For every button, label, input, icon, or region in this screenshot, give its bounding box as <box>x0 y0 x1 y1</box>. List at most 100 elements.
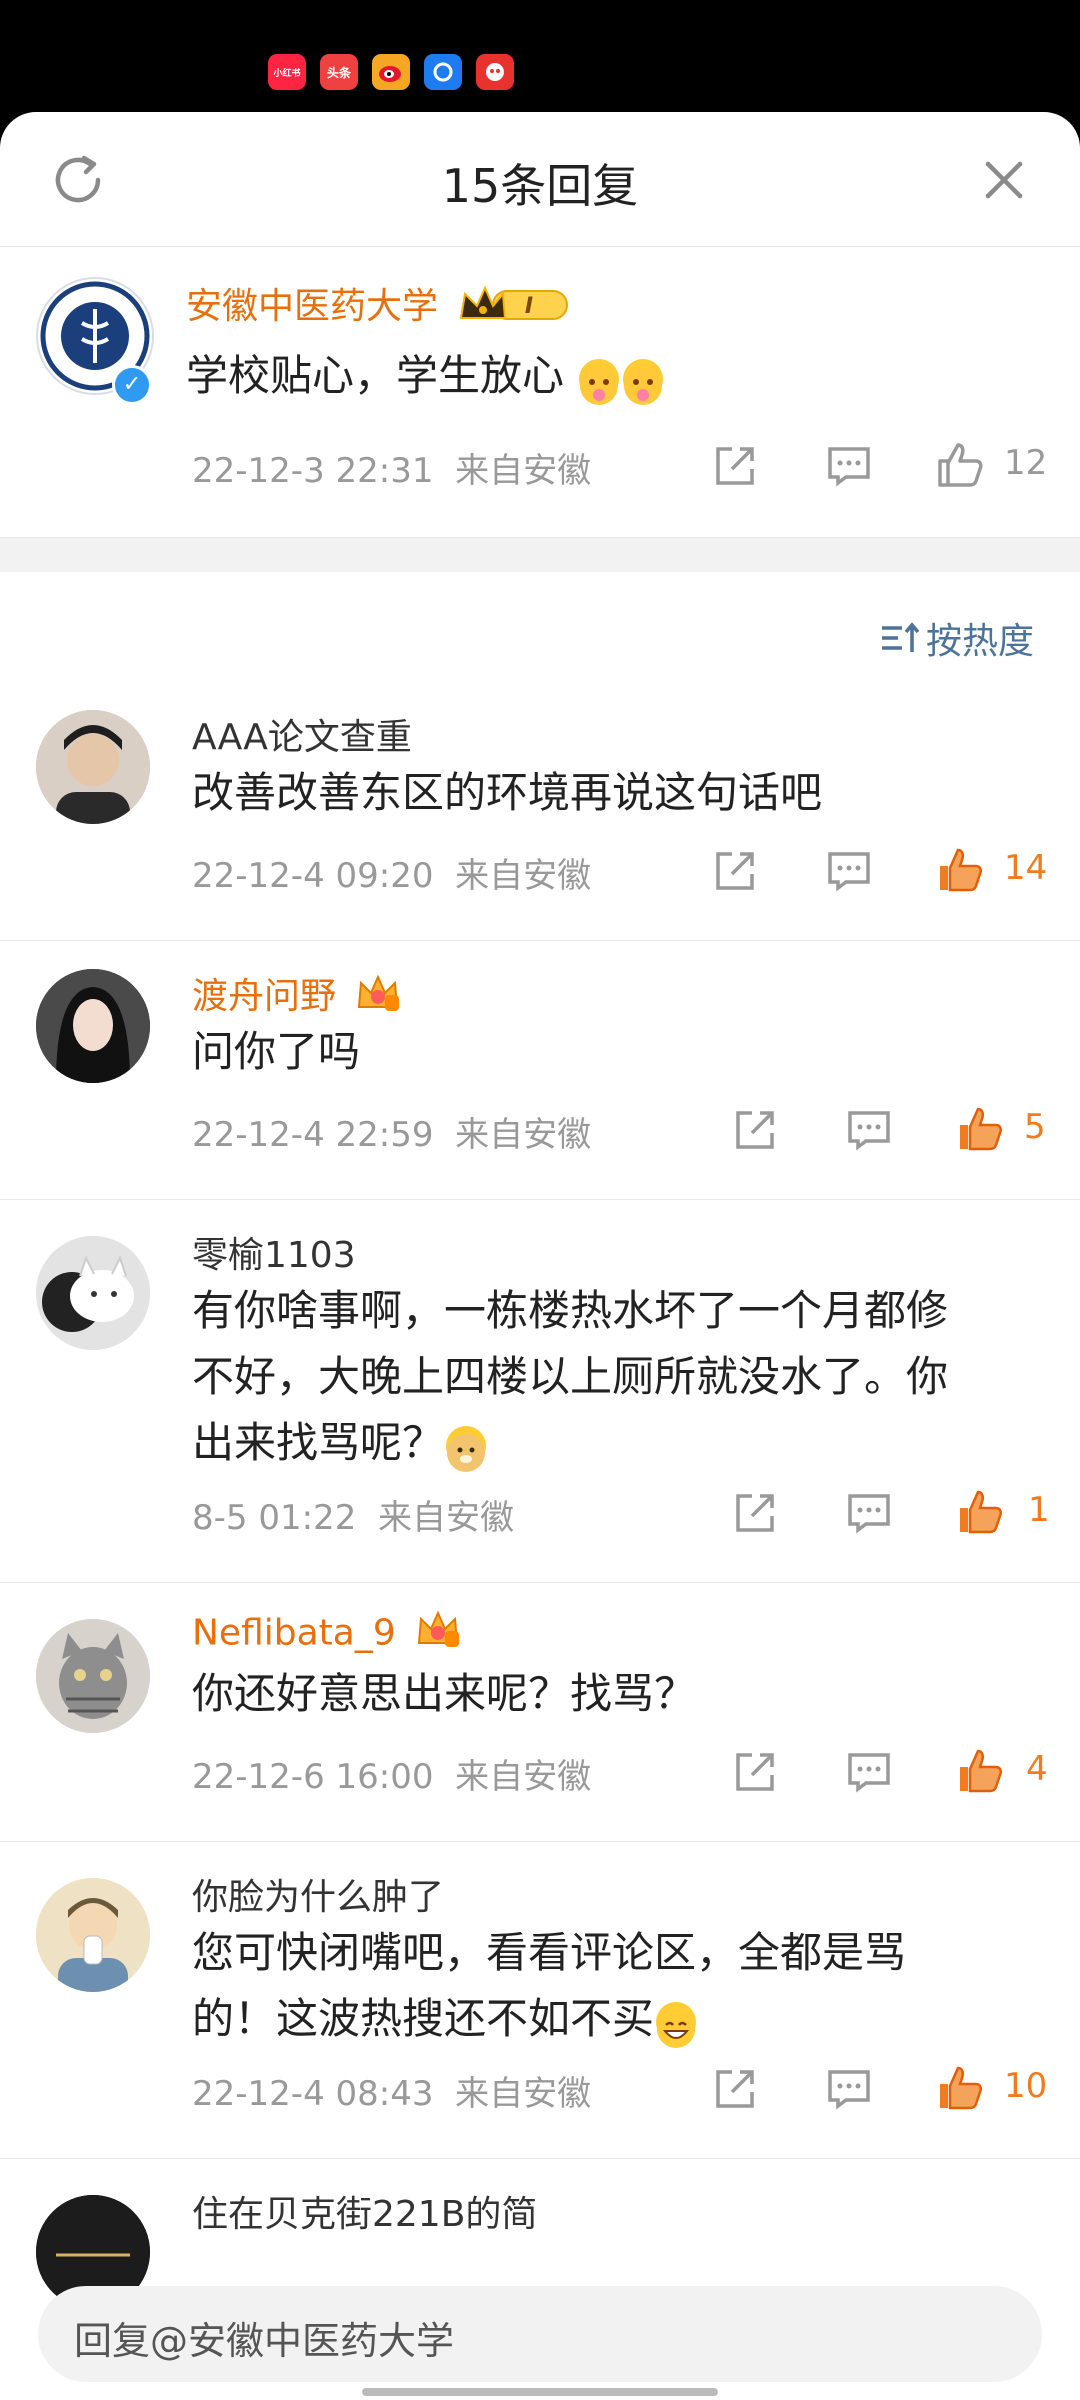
list-item: 零榆1103 有你啥事啊，一栋楼热水坏了一个月都修 不好，大晚上四楼以上厕所就没… <box>0 1200 1080 1583</box>
share-button[interactable] <box>732 1107 778 1153</box>
comment-button[interactable] <box>826 2066 872 2112</box>
comment-button[interactable] <box>826 443 872 489</box>
share-button[interactable] <box>732 1749 778 1795</box>
vip-crown-badge-icon: I <box>457 282 571 335</box>
thumbs-up-filled-icon <box>940 2066 983 2110</box>
sort-icon <box>881 622 920 652</box>
comment-text: 你还好意思出来呢？找骂？ <box>192 1669 697 1718</box>
comment-icon <box>828 852 870 892</box>
sort-label: 按热度 <box>925 621 1034 662</box>
like-button[interactable] <box>936 846 983 892</box>
share-icon <box>736 1753 774 1791</box>
avatar[interactable] <box>36 1878 150 1992</box>
avatar[interactable] <box>36 969 150 1083</box>
thumbs-up-filled-icon <box>960 1490 1003 1534</box>
thumbs-up-filled-icon <box>960 1107 1003 1151</box>
sort-button[interactable]: 按热度 <box>880 612 1034 664</box>
reply-placeholder: 回复@安徽中医药大学 <box>74 2319 455 2363</box>
list-item: 渡舟问野 问你了吗 22-12-4 22:59 来自安徽 5 <box>0 941 1080 1200</box>
doge-emoji-icon <box>446 1425 487 1472</box>
comment-icon <box>848 1111 890 1151</box>
comment-button[interactable] <box>826 848 872 894</box>
section-divider <box>0 537 1080 572</box>
avatar-image <box>36 1878 150 1992</box>
comment-meta: 22-12-4 08:43 来自安徽 <box>192 2074 592 2114</box>
comment-text: 改善改善东区的环境再说这句话吧 <box>192 768 823 817</box>
comment-meta: 8-5 01:22 来自安徽 <box>192 1498 514 1538</box>
grin-emoji-icon <box>656 2001 697 2048</box>
thumbs-up-filled-icon <box>960 1749 1003 1793</box>
like-count: 5 <box>1024 1107 1046 1147</box>
member-crown-badge-icon <box>355 973 401 1024</box>
author-name[interactable]: Neflibata_9 <box>192 1609 461 1660</box>
comment-meta: 22-12-3 22:31 来自安徽 <box>192 451 592 491</box>
notification-app-icons: 小红书 头条 <box>268 54 514 90</box>
share-icon <box>736 1494 774 1532</box>
xiaohongshu-icon: 小红书 <box>268 54 306 90</box>
comment-icon <box>828 2070 870 2110</box>
share-icon <box>716 852 754 890</box>
share-button[interactable] <box>712 2066 758 2112</box>
comment-icon <box>828 447 870 487</box>
like-button[interactable] <box>936 2064 983 2110</box>
like-button[interactable] <box>956 1105 1003 1151</box>
author-name[interactable]: 你脸为什么肿了 <box>192 1868 444 1920</box>
list-item: AAA论文查重 改善改善东区的环境再说这句话吧 22-12-4 09:20 来自… <box>0 682 1080 941</box>
verified-badge-icon: ✓ <box>112 365 152 405</box>
comment-button[interactable] <box>846 1490 892 1536</box>
avatar-image <box>36 1236 150 1350</box>
weibo-icon <box>372 54 410 90</box>
like-count: 4 <box>1026 1749 1048 1789</box>
sheet-header: 15条回复 <box>0 112 1080 247</box>
thumbs-up-filled-icon <box>940 848 983 892</box>
comment-meta: 22-12-4 22:59 来自安徽 <box>192 1115 592 1155</box>
toutiao-icon: 头条 <box>320 54 358 90</box>
like-count: 1 <box>1028 1490 1050 1530</box>
comment-text: 有你啥事啊，一栋楼热水坏了一个月都修 不好，大晚上四楼以上厕所就没水了。你 出来… <box>192 1278 948 1476</box>
like-button[interactable] <box>956 1488 1003 1534</box>
list-item: Neflibata_9 你还好意思出来呢？找骂？ 22-12-6 16:00 来… <box>0 1583 1080 1842</box>
comment-meta: 22-12-4 09:20 来自安徽 <box>192 856 592 896</box>
home-indicator[interactable] <box>362 2388 718 2396</box>
comment-text: 问你了吗 <box>192 1027 361 1076</box>
like-button[interactable] <box>956 1747 1003 1793</box>
share-icon <box>716 2070 754 2108</box>
thumbs-up-icon <box>938 443 983 487</box>
comment-meta: 22-12-6 16:00 来自安徽 <box>192 1757 592 1797</box>
avatar[interactable] <box>36 710 150 824</box>
emoji-flower-icon <box>579 358 620 405</box>
avatar[interactable] <box>36 1236 150 1350</box>
status-bar: 小红书 头条 <box>0 0 1080 112</box>
share-button[interactable] <box>712 443 758 489</box>
sort-row: 按热度 <box>0 572 1080 682</box>
blue-app-icon <box>424 54 462 90</box>
close-button[interactable] <box>976 152 1032 208</box>
list-item: 你脸为什么肿了 您可快闭嘴吧，看看评论区，全都是骂 的！这波热搜还不如不买 22… <box>0 1842 1080 2159</box>
avatar-image <box>36 1619 150 1733</box>
original-comment: ✓ 安徽中医药大学 I 学校贴心，学生放心 22-12-3 22:31 来自安徽 <box>0 247 1080 537</box>
author-name[interactable]: 渡舟问野 <box>192 967 401 1024</box>
like-count: 12 <box>1004 443 1048 483</box>
like-button[interactable] <box>936 441 983 487</box>
page-title: 15条回复 <box>441 159 639 213</box>
author-name[interactable]: 住在贝克街221B的简 <box>192 2185 537 2237</box>
author-name[interactable]: AAA论文查重 <box>192 708 412 760</box>
share-icon <box>716 447 754 485</box>
close-icon <box>985 161 1023 199</box>
like-count: 10 <box>1004 2066 1048 2106</box>
avatar-image <box>36 710 150 824</box>
pinduoduo-icon <box>476 54 514 90</box>
reply-input[interactable]: 回复@安徽中医药大学 <box>38 2286 1042 2382</box>
author-name[interactable]: 零榆1103 <box>192 1226 356 1278</box>
share-button[interactable] <box>712 848 758 894</box>
avatar-image <box>36 969 150 1083</box>
share-button[interactable] <box>732 1490 778 1536</box>
comment-button[interactable] <box>846 1749 892 1795</box>
member-crown-badge-icon <box>415 1609 461 1660</box>
comment-icon <box>848 1494 890 1534</box>
author-name[interactable]: 安徽中医药大学 I <box>186 277 571 335</box>
comment-button[interactable] <box>846 1107 892 1153</box>
comment-text: 学校贴心，学生放心 <box>186 343 665 409</box>
svg-text:I: I <box>525 294 533 319</box>
avatar[interactable] <box>36 1619 150 1733</box>
